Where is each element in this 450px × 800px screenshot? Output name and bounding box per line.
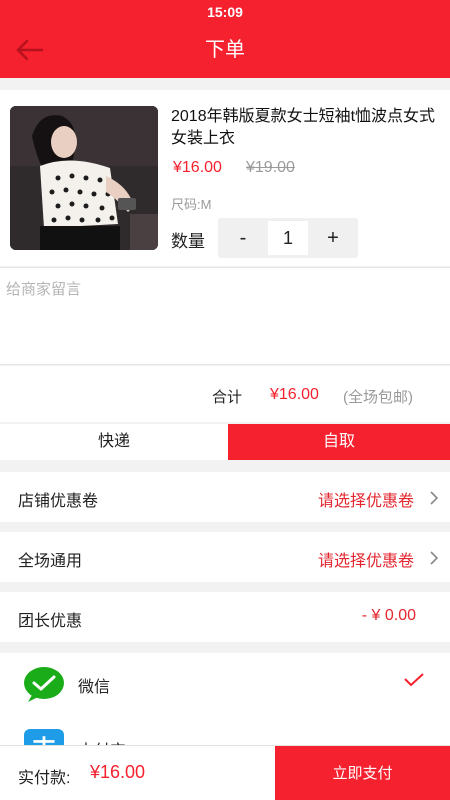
chevron-right-icon — [428, 550, 440, 566]
platform-coupon-value: 请选择优惠卷 — [317, 553, 414, 570]
page-title: 下单 — [205, 39, 245, 61]
checkout-bar: 实付款: ¥16.00 立即支付 — [0, 745, 450, 800]
shop-coupon-value: 请选择优惠卷 — [317, 493, 414, 510]
total-amount: ¥16.00 — [270, 386, 319, 403]
quantity-decrease-button[interactable]: - — [218, 218, 268, 258]
payment-option-wechat[interactable]: 微信 — [0, 653, 450, 709]
product-card: 2018年韩版夏款女士短袖t恤波点女式女装上衣 ¥16.00 ¥19.00 尺码… — [0, 90, 450, 266]
actual-payment-label: 实付款: — [18, 770, 71, 787]
shop-coupon-row[interactable]: 店铺优惠卷 请选择优惠卷 — [0, 472, 450, 522]
payment-label-wechat: 微信 — [78, 679, 111, 696]
leader-discount-label: 团长优惠 — [18, 613, 83, 630]
shipping-note: (全场包邮) — [343, 389, 413, 406]
pay-now-button[interactable]: 立即支付 — [275, 746, 450, 800]
quantity-increase-button[interactable]: + — [308, 218, 358, 258]
check-icon — [404, 673, 424, 687]
order-total: 合计 ¥16.00 (全场包邮) — [0, 366, 450, 422]
delivery-option-express[interactable]: 快递 — [0, 424, 228, 460]
message-box — [0, 267, 450, 365]
platform-coupon-label: 全场通用 — [18, 553, 83, 570]
quantity-value[interactable]: 1 — [268, 221, 308, 255]
status-bar: 15:09 — [0, 0, 450, 22]
quantity-label: 数量 — [171, 232, 205, 251]
quantity-stepper: - 1 + — [218, 218, 358, 258]
product-spec: 尺码:M — [171, 197, 212, 212]
product-price: ¥16.00 — [173, 159, 222, 176]
leader-discount-row: 团长优惠 - ¥ 0.00 — [0, 592, 450, 642]
delivery-option-pickup[interactable]: 自取 — [228, 424, 450, 460]
product-image[interactable] — [10, 106, 158, 250]
platform-coupon-row[interactable]: 全场通用 请选择优惠卷 — [0, 532, 450, 582]
leader-discount-value: - ¥ 0.00 — [361, 607, 416, 624]
total-label: 合计 — [212, 389, 243, 406]
chevron-right-icon — [428, 490, 440, 506]
actual-payment-amount: ¥16.00 — [90, 762, 146, 782]
shop-coupon-label: 店铺优惠卷 — [18, 493, 99, 510]
product-original-price: ¥19.00 — [246, 159, 295, 176]
nav-bar: 下单 — [0, 22, 450, 78]
message-input[interactable] — [0, 268, 450, 364]
status-time: 15:09 — [207, 4, 243, 20]
product-name: 2018年韩版夏款女士短袖t恤波点女式女装上衣 — [171, 108, 436, 147]
wechat-icon — [22, 665, 66, 703]
delivery-toggle: 快递 自取 — [0, 424, 450, 460]
